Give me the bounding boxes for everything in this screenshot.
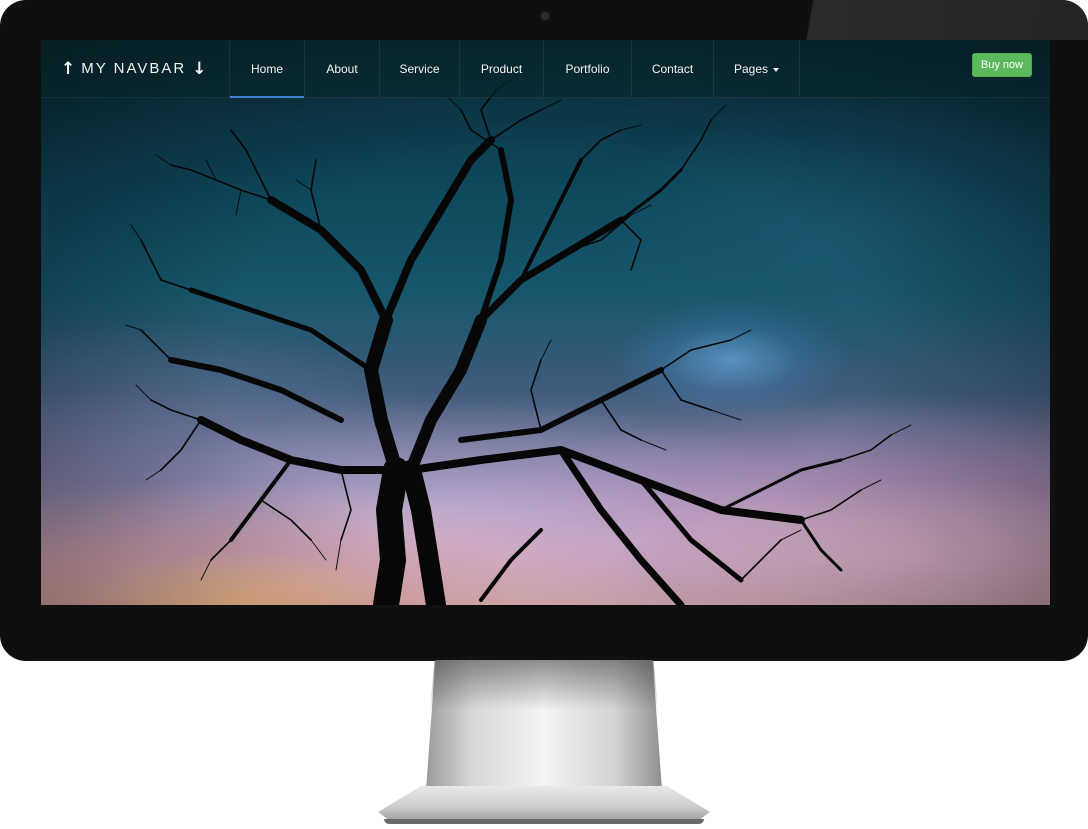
arrow-down-icon: ↓ <box>192 58 207 79</box>
monitor-screen: ↑ MY NAVBAR ↓ Home About Service Product <box>41 40 1050 605</box>
nav-item-label: Portfolio <box>565 61 610 76</box>
hero-vignette <box>41 40 1050 605</box>
nav-item-pages-dropdown[interactable]: Pages <box>714 40 800 97</box>
nav-menu: Home About Service Product Portfolio Con… <box>229 40 800 98</box>
nav-item-label: About <box>326 61 358 76</box>
arrow-up-icon: ↑ <box>61 58 76 79</box>
nav-item-label: Service <box>399 61 440 76</box>
nav-item-label: Product <box>480 61 523 76</box>
nav-item-product[interactable]: Product <box>460 40 544 97</box>
bezel-gloss <box>788 0 1088 40</box>
navbar-brand[interactable]: ↑ MY NAVBAR ↓ <box>41 40 229 97</box>
nav-item-about[interactable]: About <box>305 40 380 97</box>
nav-item-label: Pages <box>733 61 769 76</box>
brand-label: MY NAVBAR <box>81 60 187 77</box>
caret-down-icon <box>773 67 780 72</box>
nav-item-service[interactable]: Service <box>380 40 460 97</box>
nav-item-contact[interactable]: Contact <box>632 40 714 97</box>
nav-item-label: Contact <box>651 61 694 76</box>
nav-item-home[interactable]: Home <box>230 40 305 98</box>
nav-item-portfolio[interactable]: Portfolio <box>544 40 632 97</box>
monitor-stand-base <box>378 786 710 822</box>
monitor-stand-base-edge <box>384 819 704 824</box>
top-navbar: ↑ MY NAVBAR ↓ Home About Service Product <box>41 40 1050 98</box>
monitor-stand-shade <box>430 660 658 710</box>
monitor-mockup: ↑ MY NAVBAR ↓ Home About Service Product <box>0 0 1088 829</box>
buy-now-button[interactable]: Buy now <box>972 53 1032 77</box>
camera-icon <box>540 11 550 21</box>
nav-item-label: Home <box>250 61 283 76</box>
